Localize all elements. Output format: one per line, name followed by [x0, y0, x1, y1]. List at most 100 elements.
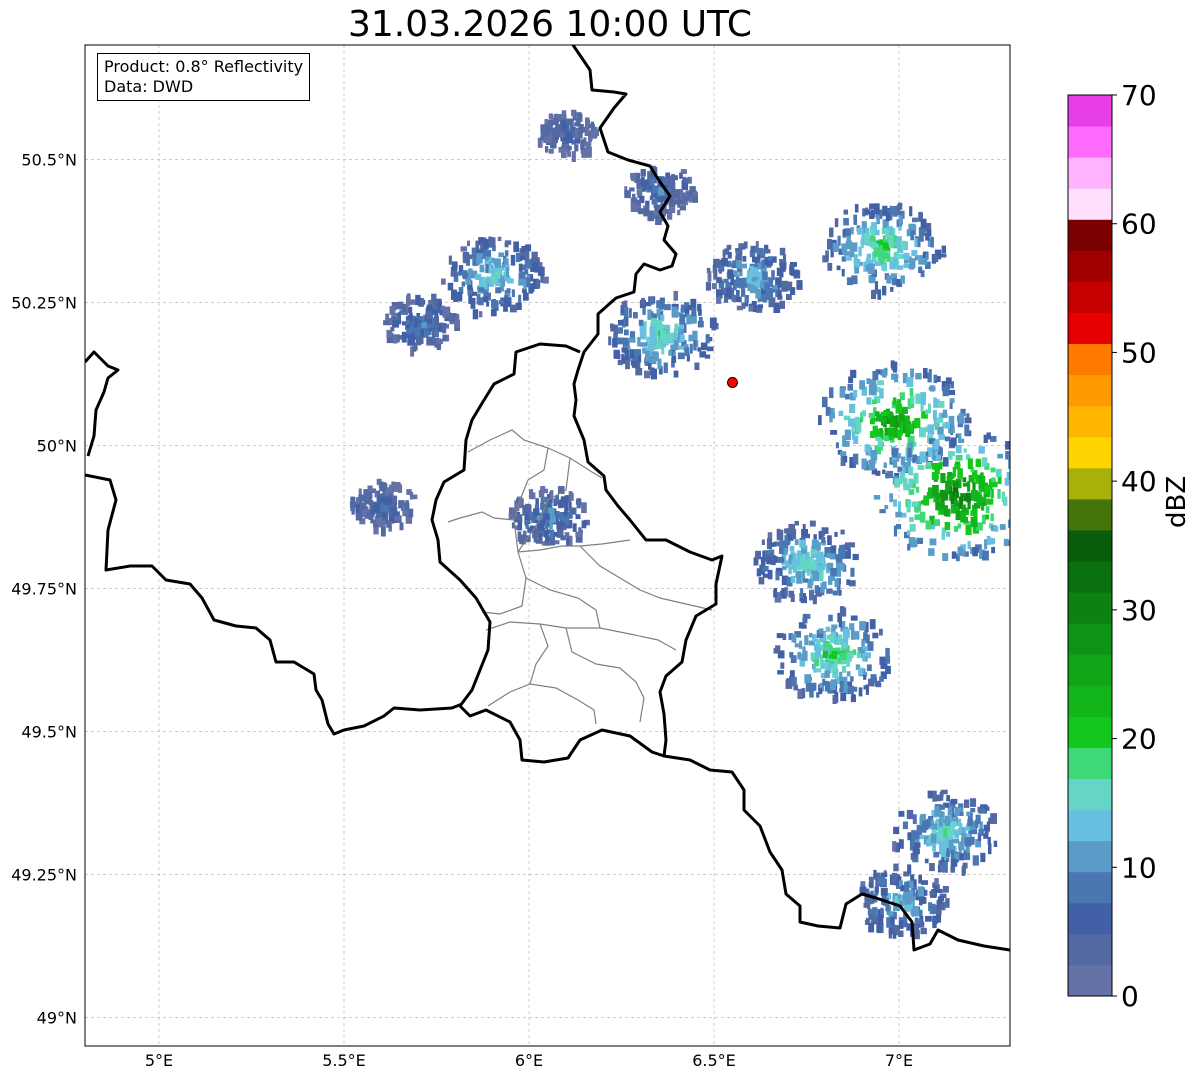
- echo-pixel: [791, 676, 797, 687]
- echo-pixel: [376, 503, 381, 508]
- echo-pixel: [978, 477, 984, 489]
- echo-pixel: [909, 517, 914, 522]
- echo-pixel: [423, 327, 428, 337]
- echo-pixel: [868, 459, 876, 471]
- echo-pixel: [993, 526, 999, 532]
- echo-pixel: [412, 343, 418, 351]
- colorbar-ticks: 0 10 20 30 40 50 60 70: [1112, 79, 1157, 1013]
- echo-pixel: [858, 687, 863, 697]
- echo-pixel: [1014, 452, 1021, 463]
- colorbar-tick-label: 50: [1121, 336, 1157, 369]
- longitude-tick-label: 6°E: [515, 1051, 543, 1070]
- echo-pixel: [895, 404, 903, 414]
- echo-pixel: [966, 811, 971, 816]
- echo-pixel: [838, 549, 846, 559]
- echo-pixel: [889, 493, 893, 503]
- echo-pixel: [936, 888, 943, 893]
- echo-pixel: [1003, 538, 1009, 547]
- echo-pixel: [1009, 481, 1010, 491]
- echo-pixel: [898, 225, 902, 231]
- echo-pixel: [908, 264, 915, 270]
- echo-pixel: [697, 347, 701, 352]
- echo-pixel: [812, 634, 817, 642]
- colorbar-segment: [1068, 467, 1112, 500]
- echo-pixel: [735, 275, 740, 284]
- echo-pixel: [986, 535, 991, 545]
- echo-pixel: [955, 445, 962, 454]
- echo-pixel: [980, 852, 986, 863]
- echo-pixel: [485, 264, 489, 273]
- echo-pixel: [699, 351, 707, 358]
- echo-pixel: [790, 287, 796, 295]
- echo-pixel: [543, 513, 550, 520]
- echo-pixel: [374, 507, 379, 513]
- echo-pixel: [649, 326, 654, 335]
- echo-pixel: [894, 478, 900, 488]
- echo-pixel: [506, 267, 510, 278]
- echo-pixel: [898, 839, 904, 849]
- colorbar-segment: [1068, 157, 1112, 189]
- echo-pixel: [886, 470, 894, 479]
- echo-pixel: [794, 643, 801, 648]
- echo-pixel: [673, 189, 680, 199]
- echo-pixel: [986, 432, 991, 440]
- echo-pixel: [491, 308, 497, 317]
- echo-pixel: [938, 461, 943, 467]
- echo-pixel: [965, 837, 972, 847]
- echo-pixel: [762, 271, 768, 280]
- echo-pixel: [566, 146, 572, 151]
- echo-pixel: [829, 387, 834, 399]
- echo-pixel: [799, 539, 806, 549]
- echo-pixel: [985, 506, 990, 513]
- colorbar-label: dBZ: [1162, 475, 1192, 528]
- echo-pixel: [407, 306, 413, 313]
- echo-pixel: [925, 232, 930, 241]
- echo-pixel: [933, 397, 937, 408]
- echo-pixel: [657, 358, 662, 369]
- echo-pixel: [951, 821, 957, 827]
- colorbar-segment: [1068, 809, 1112, 842]
- echo-pixel: [988, 843, 992, 855]
- echo-pixel: [873, 869, 877, 878]
- echo-pixel: [882, 369, 887, 378]
- echo-pixel: [561, 152, 567, 159]
- echo-pixel: [571, 109, 576, 117]
- echo-pixel: [684, 347, 690, 357]
- echo-pixel: [529, 489, 533, 494]
- echo-pixel: [907, 447, 912, 458]
- echo-pixel: [967, 819, 974, 827]
- echo-pixel: [383, 496, 389, 505]
- echo-pixel: [638, 208, 644, 215]
- echo-pixel: [590, 130, 597, 139]
- echo-pixel: [942, 841, 947, 851]
- echo-pixel: [919, 834, 924, 840]
- echo-pixel: [572, 523, 577, 532]
- echo-pixel: [673, 340, 679, 350]
- echo-pixel: [779, 300, 785, 309]
- echo-pixel: [913, 472, 919, 484]
- echo-pixel: [842, 643, 848, 648]
- echo-pixel: [547, 120, 554, 127]
- echo-pixel: [483, 290, 487, 297]
- echo-pixel: [568, 507, 574, 512]
- echo-pixel: [911, 539, 918, 547]
- echo-pixel: [589, 123, 595, 129]
- echo-pixel: [902, 466, 906, 473]
- echo-pixel: [933, 519, 940, 526]
- echo-pixel: [950, 437, 957, 447]
- echo-pixel: [869, 431, 875, 438]
- echo-pixel: [907, 864, 912, 875]
- colorbar-segment: [1068, 747, 1112, 780]
- colorbar-tick-label: 70: [1121, 79, 1157, 112]
- echo-pixel: [933, 374, 938, 384]
- echo-pixel: [941, 245, 946, 253]
- longitude-tick-label: 5.5°E: [322, 1051, 366, 1070]
- echo-pixel: [809, 520, 816, 527]
- echo-pixel: [866, 664, 872, 672]
- echo-pixel: [920, 927, 927, 935]
- echo-pixel: [617, 359, 623, 366]
- echo-pixel: [967, 458, 973, 470]
- colorbar-segment: [1068, 219, 1112, 251]
- echo-pixel: [970, 808, 976, 813]
- echo-pixel: [834, 531, 838, 537]
